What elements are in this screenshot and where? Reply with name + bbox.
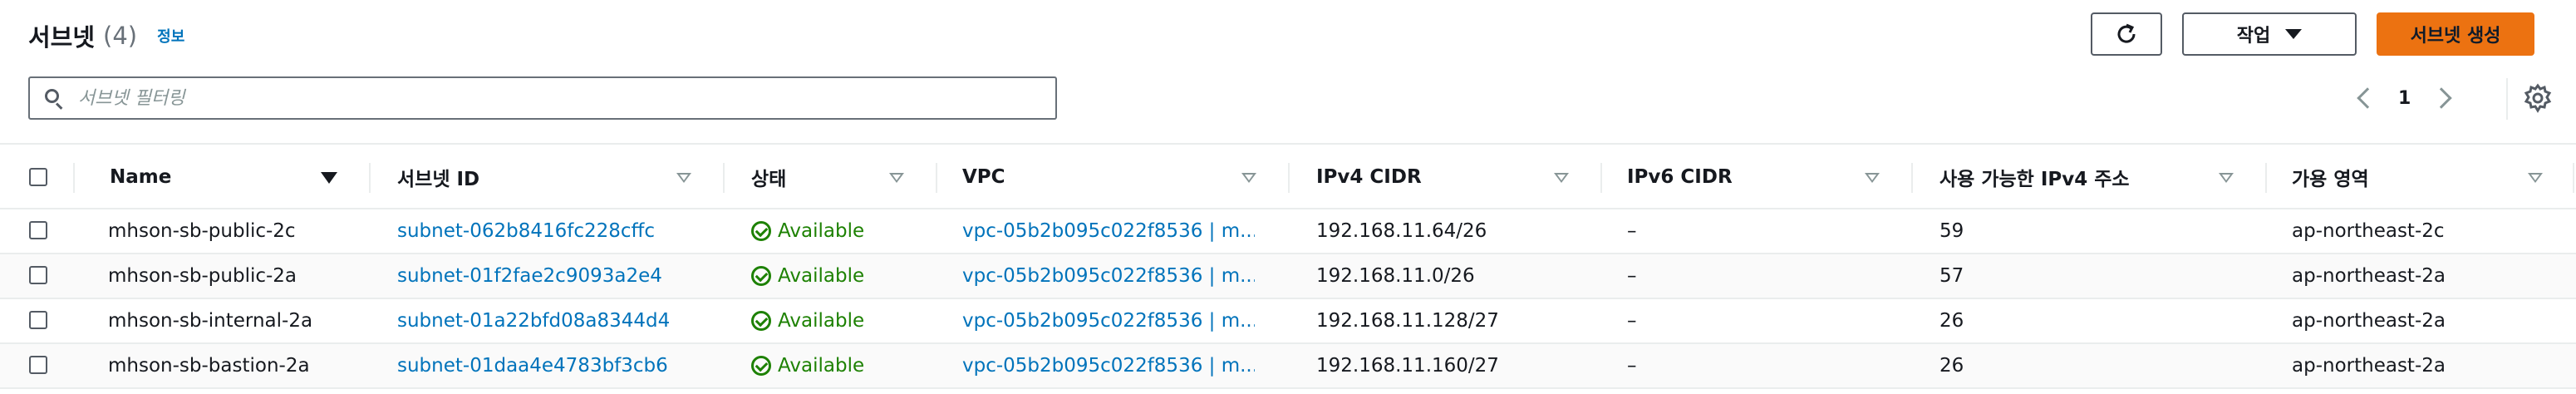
cell-name: mhson-sb-public-2c [108,220,296,242]
cell-subnet-id-link[interactable]: subnet-01a22bfd08a8344d4 [397,299,670,342]
cell-status: Available [751,254,864,298]
check-circle-icon [751,311,771,331]
cell-ipv4-cidr: 192.168.11.128/27 [1316,310,1499,332]
cell-status: Available [751,344,864,387]
cell-name: mhson-sb-internal-2a [108,310,313,332]
row-checkbox[interactable] [29,221,47,239]
refresh-icon [2117,23,2136,43]
column-header-vpc[interactable]: VPC [962,145,1005,209]
column-header-subnet-id[interactable]: 서브넷 ID [397,145,479,209]
column-header-available-ipv4[interactable]: 사용 가능한 IPv4 주소 [1939,145,2130,209]
cell-status: Available [751,209,864,253]
sort-icon[interactable] [1554,145,1569,209]
cell-az: ap-northeast-2c [2292,220,2445,242]
status-text: Available [778,220,865,242]
sort-desc-icon[interactable] [321,145,337,209]
search-icon [43,87,65,110]
row-checkbox[interactable] [29,311,47,329]
cell-vpc-link[interactable]: vpc-05b2b095c022f8536 | m... [962,209,1255,253]
pagination: 1 [2357,81,2453,115]
cell-available-ipv4: 26 [1939,355,1964,377]
table-row[interactable]: mhson-sb-bastion-2a subnet-01daa4e4783bf… [0,344,2576,389]
header-actions: 작업 서브넷 생성 [2091,12,2534,56]
table-row[interactable]: mhson-sb-public-2c subnet-062b8416fc228c… [0,209,2576,254]
gear-icon[interactable] [2523,83,2553,113]
select-all-checkbox[interactable] [29,168,47,186]
actions-dropdown-button[interactable]: 작업 [2182,12,2357,56]
cell-subnet-id-link[interactable]: subnet-062b8416fc228cffc [397,209,655,253]
cell-vpc-link[interactable]: vpc-05b2b095c022f8536 | m... [962,344,1255,387]
cell-available-ipv4: 59 [1939,220,1964,242]
column-header-az[interactable]: 가용 영역 [2292,145,2369,209]
check-circle-icon [751,356,771,376]
sort-icon[interactable] [2528,145,2543,209]
table-body: mhson-sb-public-2c subnet-062b8416fc228c… [0,209,2576,389]
sort-icon[interactable] [676,145,691,209]
table-header: Name 서브넷 ID 상태 VPC IPv4 CIDR IPv6 CIDR 사… [0,143,2576,209]
cell-subnet-id-link[interactable]: subnet-01daa4e4783bf3cb6 [397,344,668,387]
cell-status: Available [751,299,864,342]
divider [2506,78,2508,120]
status-text: Available [778,265,865,287]
status-text: Available [778,310,865,332]
cell-ipv6-cidr: – [1627,265,1637,287]
cell-ipv6-cidr: – [1627,220,1637,242]
subnets-table: Name 서브넷 ID 상태 VPC IPv4 CIDR IPv6 CIDR 사… [0,143,2576,389]
column-header-ipv4-cidr[interactable]: IPv4 CIDR [1316,145,1422,209]
page-number[interactable]: 1 [2398,88,2411,109]
sort-icon[interactable] [889,145,904,209]
page-title: 서브넷 [28,23,96,52]
table-row[interactable]: mhson-sb-public-2a subnet-01f2fae2c9093a… [0,254,2576,299]
column-header-name[interactable]: Name [110,145,171,209]
check-circle-icon [751,266,771,286]
check-circle-icon [751,221,771,241]
cell-vpc-link[interactable]: vpc-05b2b095c022f8536 | m... [962,299,1255,342]
page-header: 서브넷 (4) 정보 [28,17,184,55]
refresh-button[interactable] [2091,12,2162,56]
cell-ipv4-cidr: 192.168.11.64/26 [1316,220,1487,242]
actions-label: 작업 [2236,26,2271,47]
cell-ipv4-cidr: 192.168.11.0/26 [1316,265,1475,287]
sort-icon[interactable] [2219,145,2234,209]
cell-ipv6-cidr: – [1627,310,1637,332]
cell-available-ipv4: 57 [1939,265,1964,287]
cell-vpc-link[interactable]: vpc-05b2b095c022f8536 | m... [962,254,1255,298]
cell-ipv6-cidr: – [1627,355,1637,377]
table-row[interactable]: mhson-sb-internal-2a subnet-01a22bfd08a8… [0,299,2576,344]
create-subnet-button[interactable]: 서브넷 생성 [2377,12,2534,56]
cell-subnet-id-link[interactable]: subnet-01f2fae2c9093a2e4 [397,254,662,298]
subnet-count: (4) [103,22,138,50]
cell-name: mhson-sb-bastion-2a [108,355,310,377]
cell-az: ap-northeast-2a [2292,355,2446,377]
column-header-status[interactable]: 상태 [751,145,786,209]
cell-available-ipv4: 26 [1939,310,1964,332]
sort-icon[interactable] [1865,145,1880,209]
caret-down-icon [2285,29,2303,39]
row-checkbox[interactable] [29,356,47,374]
status-text: Available [778,355,865,377]
info-link[interactable]: 정보 [157,25,184,47]
cell-name: mhson-sb-public-2a [108,265,297,287]
column-header-ipv6-cidr[interactable]: IPv6 CIDR [1627,145,1733,209]
cell-ipv4-cidr: 192.168.11.160/27 [1316,355,1499,377]
filter-bar [28,76,1057,120]
search-input[interactable] [78,87,992,109]
row-checkbox[interactable] [29,266,47,284]
cell-az: ap-northeast-2a [2292,265,2446,287]
sort-icon[interactable] [1241,145,1256,209]
chevron-right-icon[interactable] [2431,87,2453,109]
cell-az: ap-northeast-2a [2292,310,2446,332]
chevron-left-icon[interactable] [2357,87,2378,109]
